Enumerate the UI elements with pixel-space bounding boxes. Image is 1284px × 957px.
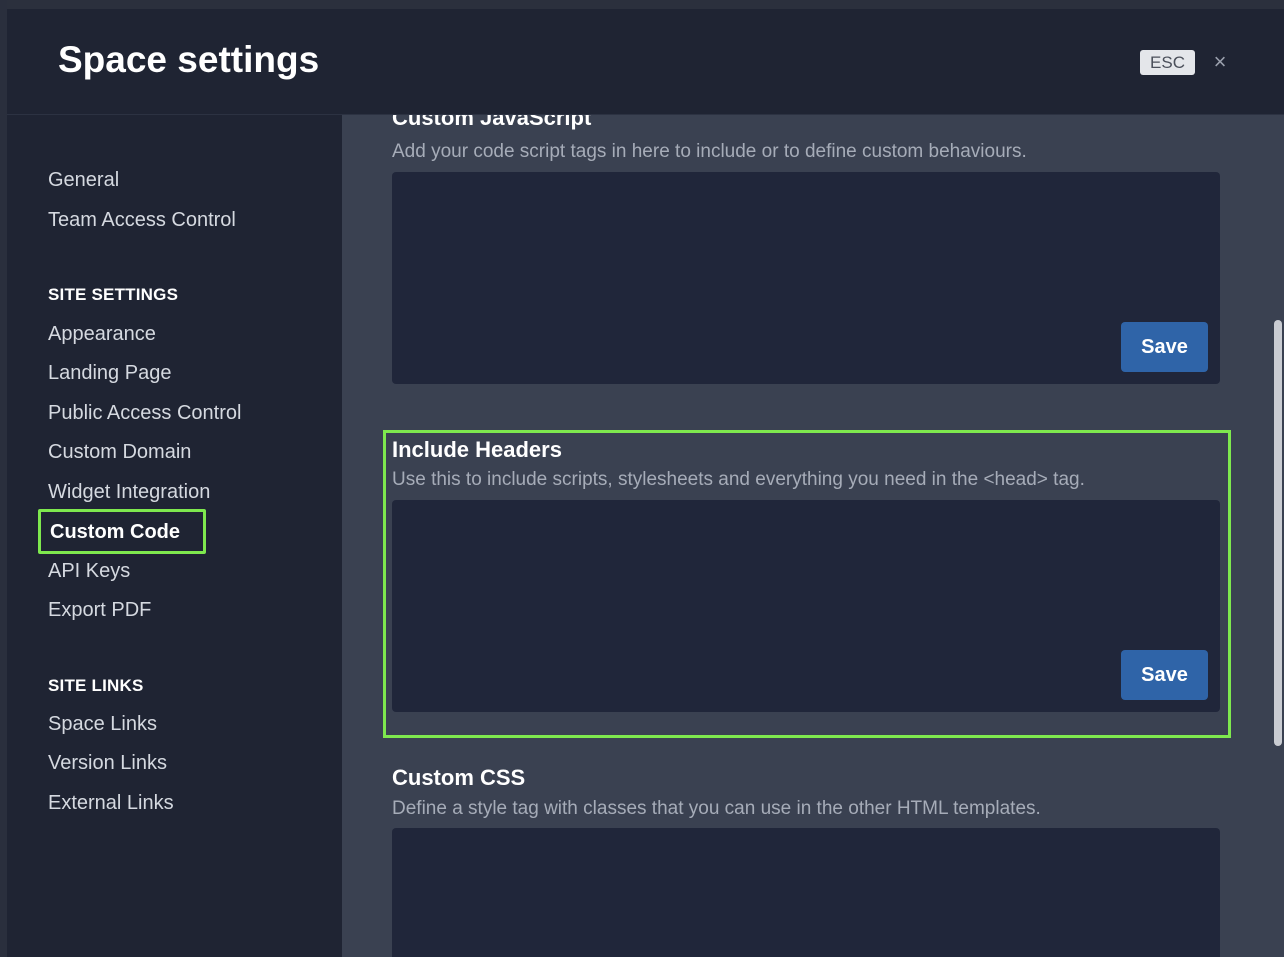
sidebar-item-custom-code[interactable]: Custom Code [38, 509, 206, 554]
sidebar-item-public-access-control[interactable]: Public Access Control [48, 398, 241, 428]
highlight-box [383, 430, 1231, 738]
save-button[interactable]: Save [1121, 322, 1208, 372]
sidebar-heading-site-settings: SITE SETTINGS [48, 285, 179, 304]
custom-javascript-editor[interactable]: Save [392, 172, 1220, 384]
sidebar-item-widget-integration[interactable]: Widget Integration [48, 477, 210, 507]
sidebar-item-space-links[interactable]: Space Links [48, 709, 157, 739]
sidebar-item-landing-page[interactable]: Landing Page [48, 358, 171, 388]
custom-css-editor[interactable] [392, 828, 1220, 957]
close-icon[interactable]: × [1209, 50, 1231, 74]
sidebar-item-export-pdf[interactable]: Export PDF [48, 595, 151, 625]
scrollbar[interactable] [1268, 115, 1284, 957]
scrollbar-thumb[interactable] [1274, 320, 1282, 746]
sidebar-item-external-links[interactable]: External Links [48, 788, 174, 818]
sidebar-item-custom-domain[interactable]: Custom Domain [48, 437, 191, 467]
sidebar-heading-site-links: SITE LINKS [48, 676, 144, 695]
sidebar-item-api-keys[interactable]: API Keys [48, 556, 130, 586]
sidebar-item-version-links[interactable]: Version Links [48, 748, 167, 778]
settings-sidebar: General Team Access Control SITE SETTING… [7, 115, 342, 957]
window-left-edge [0, 0, 7, 957]
sidebar-item-label: Custom Code [50, 521, 180, 543]
sidebar-item-appearance[interactable]: Appearance [48, 319, 156, 349]
page-title: Space settings [58, 39, 320, 80]
space-settings-modal: Space settings ESC × General Team Access… [7, 9, 1284, 957]
window-top-edge [0, 0, 1284, 9]
section-title-custom-javascript: Custom JavaScript [392, 115, 592, 130]
sidebar-item-general[interactable]: General [48, 165, 119, 195]
modal-header: Space settings ESC × [7, 9, 1284, 115]
settings-content: Custom JavaScript Add your code script t… [342, 115, 1284, 957]
section-description: Define a style tag with classes that you… [392, 798, 1041, 819]
section-description: Add your code script tags in here to inc… [392, 141, 1027, 162]
section-title-custom-css: Custom CSS [392, 765, 526, 790]
sidebar-item-team-access-control[interactable]: Team Access Control [48, 205, 236, 235]
esc-badge[interactable]: ESC [1140, 50, 1195, 75]
